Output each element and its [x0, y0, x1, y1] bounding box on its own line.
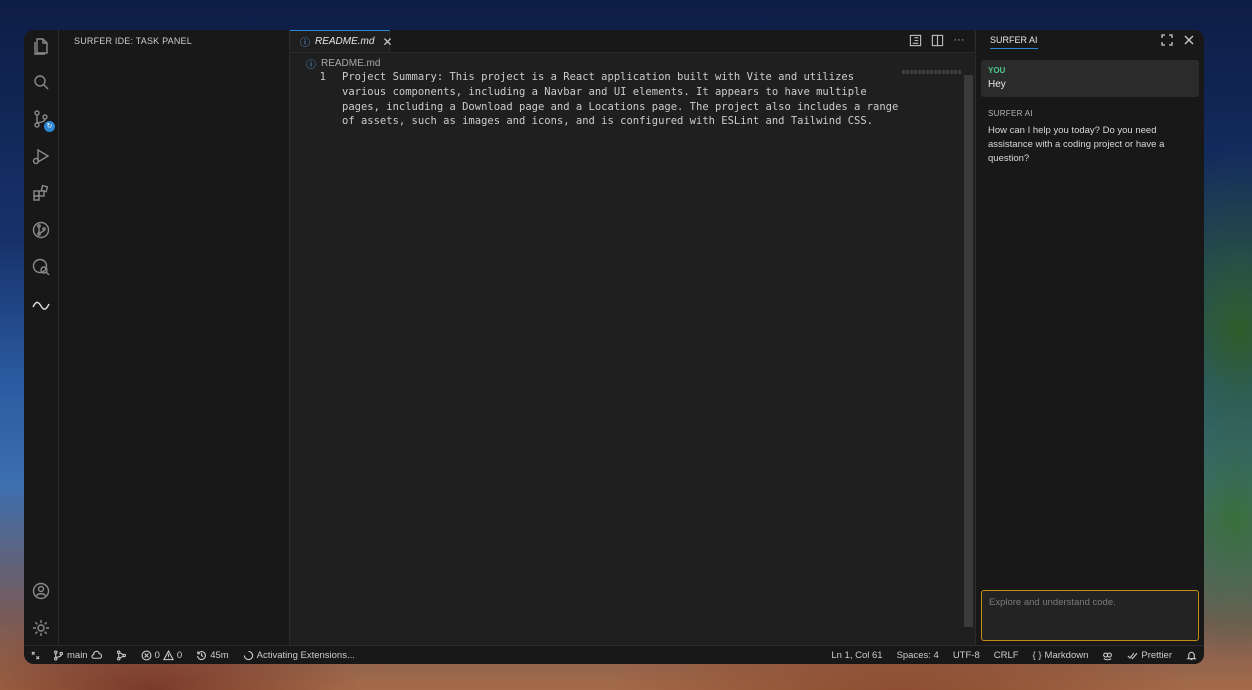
message-text: Hey	[988, 79, 1006, 90]
line-number: 1	[319, 71, 326, 83]
cursor-position[interactable]: Ln 1, Col 61	[824, 650, 889, 661]
ide-window: ↻ SURFER IDE: TASK PANEL ⓘ README.md ✕ ·…	[24, 30, 1204, 664]
warning-count: 0	[176, 649, 183, 661]
activity-text: Activating Extensions...	[256, 649, 355, 661]
loading-spinner-icon	[243, 650, 253, 660]
user-message: YOU Hey	[981, 60, 1199, 97]
account-icon[interactable]	[29, 579, 53, 603]
formatter-label: Prettier	[1141, 649, 1172, 661]
message-text: How can I help you today? Do you need as…	[988, 125, 1165, 164]
code-line[interactable]: Project Summary: This project is a React…	[342, 70, 902, 129]
breadcrumb-file[interactable]: README.md	[321, 58, 380, 69]
indentation[interactable]: Spaces: 4	[890, 650, 946, 661]
prettier-status[interactable]: Prettier	[1120, 650, 1179, 661]
surfer-ai-panel: SURFER AI YOU Hey SURFER AI How can I he…	[975, 30, 1204, 646]
info-icon: ⓘ	[300, 38, 310, 49]
message-author: YOU	[988, 66, 1006, 75]
problems-indicator[interactable]: 0 0	[134, 649, 190, 661]
language-label: Markdown	[1044, 649, 1089, 661]
chat-header-actions	[1161, 34, 1195, 49]
editor-tab-bar: ⓘ README.md ✕ ···	[290, 30, 974, 53]
breadcrumb[interactable]: ⓘ README.md	[306, 56, 380, 71]
maximize-icon[interactable]	[1161, 34, 1173, 49]
sidebar-title: SURFER IDE: TASK PANEL	[74, 36, 192, 46]
split-editor-icon[interactable]	[930, 33, 944, 47]
open-preview-icon[interactable]	[908, 33, 922, 47]
message-author: SURFER AI	[988, 109, 1033, 118]
error-count: 0	[154, 649, 160, 661]
tab-label: README.md	[315, 36, 375, 47]
extensions-icon[interactable]	[29, 181, 53, 205]
timeline-search-icon[interactable]	[29, 255, 53, 279]
git-branch-icon	[54, 650, 63, 660]
git-graph-icon	[116, 650, 126, 660]
error-icon	[141, 650, 152, 660]
git-graph-icon[interactable]	[29, 218, 53, 242]
scrollbar-thumb[interactable]	[964, 75, 973, 627]
extension-activity: Activating Extensions...	[236, 650, 362, 661]
chat-input[interactable]	[981, 590, 1199, 641]
surfer-wave-icon[interactable]	[29, 292, 53, 316]
copilot-icon[interactable]	[1095, 650, 1120, 661]
sync-badge-icon: ↻	[44, 121, 55, 132]
search-icon[interactable]	[29, 70, 53, 94]
settings-gear-icon[interactable]	[29, 616, 53, 640]
info-icon: ⓘ	[306, 60, 316, 71]
status-bar: main 0 0 45m Activating Extensions... Ln…	[24, 645, 1204, 664]
tab-surfer-ai[interactable]: SURFER AI	[990, 35, 1038, 49]
editor-scrollbar[interactable]	[964, 52, 974, 646]
cloud-sync-icon	[90, 650, 102, 659]
double-check-icon	[1127, 652, 1138, 659]
editor-area[interactable]: ⓘ README.md ✕ ··· ⓘ README.md 1 Project …	[290, 30, 974, 646]
notifications-bell-icon[interactable]	[1179, 650, 1204, 661]
more-actions-icon[interactable]: ···	[952, 33, 966, 47]
git-graph-status[interactable]	[109, 650, 134, 661]
run-debug-icon[interactable]	[29, 144, 53, 168]
warning-icon	[162, 649, 174, 660]
close-icon[interactable]	[1183, 34, 1195, 49]
editor-actions: ···	[908, 33, 966, 47]
line-ending[interactable]: CRLF	[987, 650, 1026, 661]
chat-header: SURFER AI	[976, 30, 1204, 52]
status-bar-right: Ln 1, Col 61 Spaces: 4 UTF-8 CRLF { } Ma…	[824, 650, 1204, 661]
activity-bar: ↻	[24, 30, 59, 646]
task-panel-sidebar: SURFER IDE: TASK PANEL	[59, 30, 290, 646]
tab-readme[interactable]: ⓘ README.md ✕	[290, 30, 393, 52]
source-control-icon[interactable]: ↻	[29, 107, 55, 132]
time-value: 45m	[210, 649, 229, 661]
history-icon	[197, 650, 207, 660]
explorer-icon[interactable]	[29, 34, 53, 58]
branch-indicator[interactable]: main	[46, 650, 109, 661]
encoding[interactable]: UTF-8	[946, 650, 987, 661]
language-mode[interactable]: { } Markdown	[1026, 650, 1096, 661]
braces-icon: { }	[1032, 649, 1042, 661]
remote-icon[interactable]	[24, 650, 46, 661]
minimap[interactable]	[902, 70, 962, 74]
ai-message: SURFER AI How can I help you today? Do y…	[988, 109, 1188, 166]
close-tab-icon[interactable]: ✕	[382, 35, 392, 49]
branch-name: main	[67, 649, 88, 661]
time-tracker[interactable]: 45m	[189, 650, 235, 661]
